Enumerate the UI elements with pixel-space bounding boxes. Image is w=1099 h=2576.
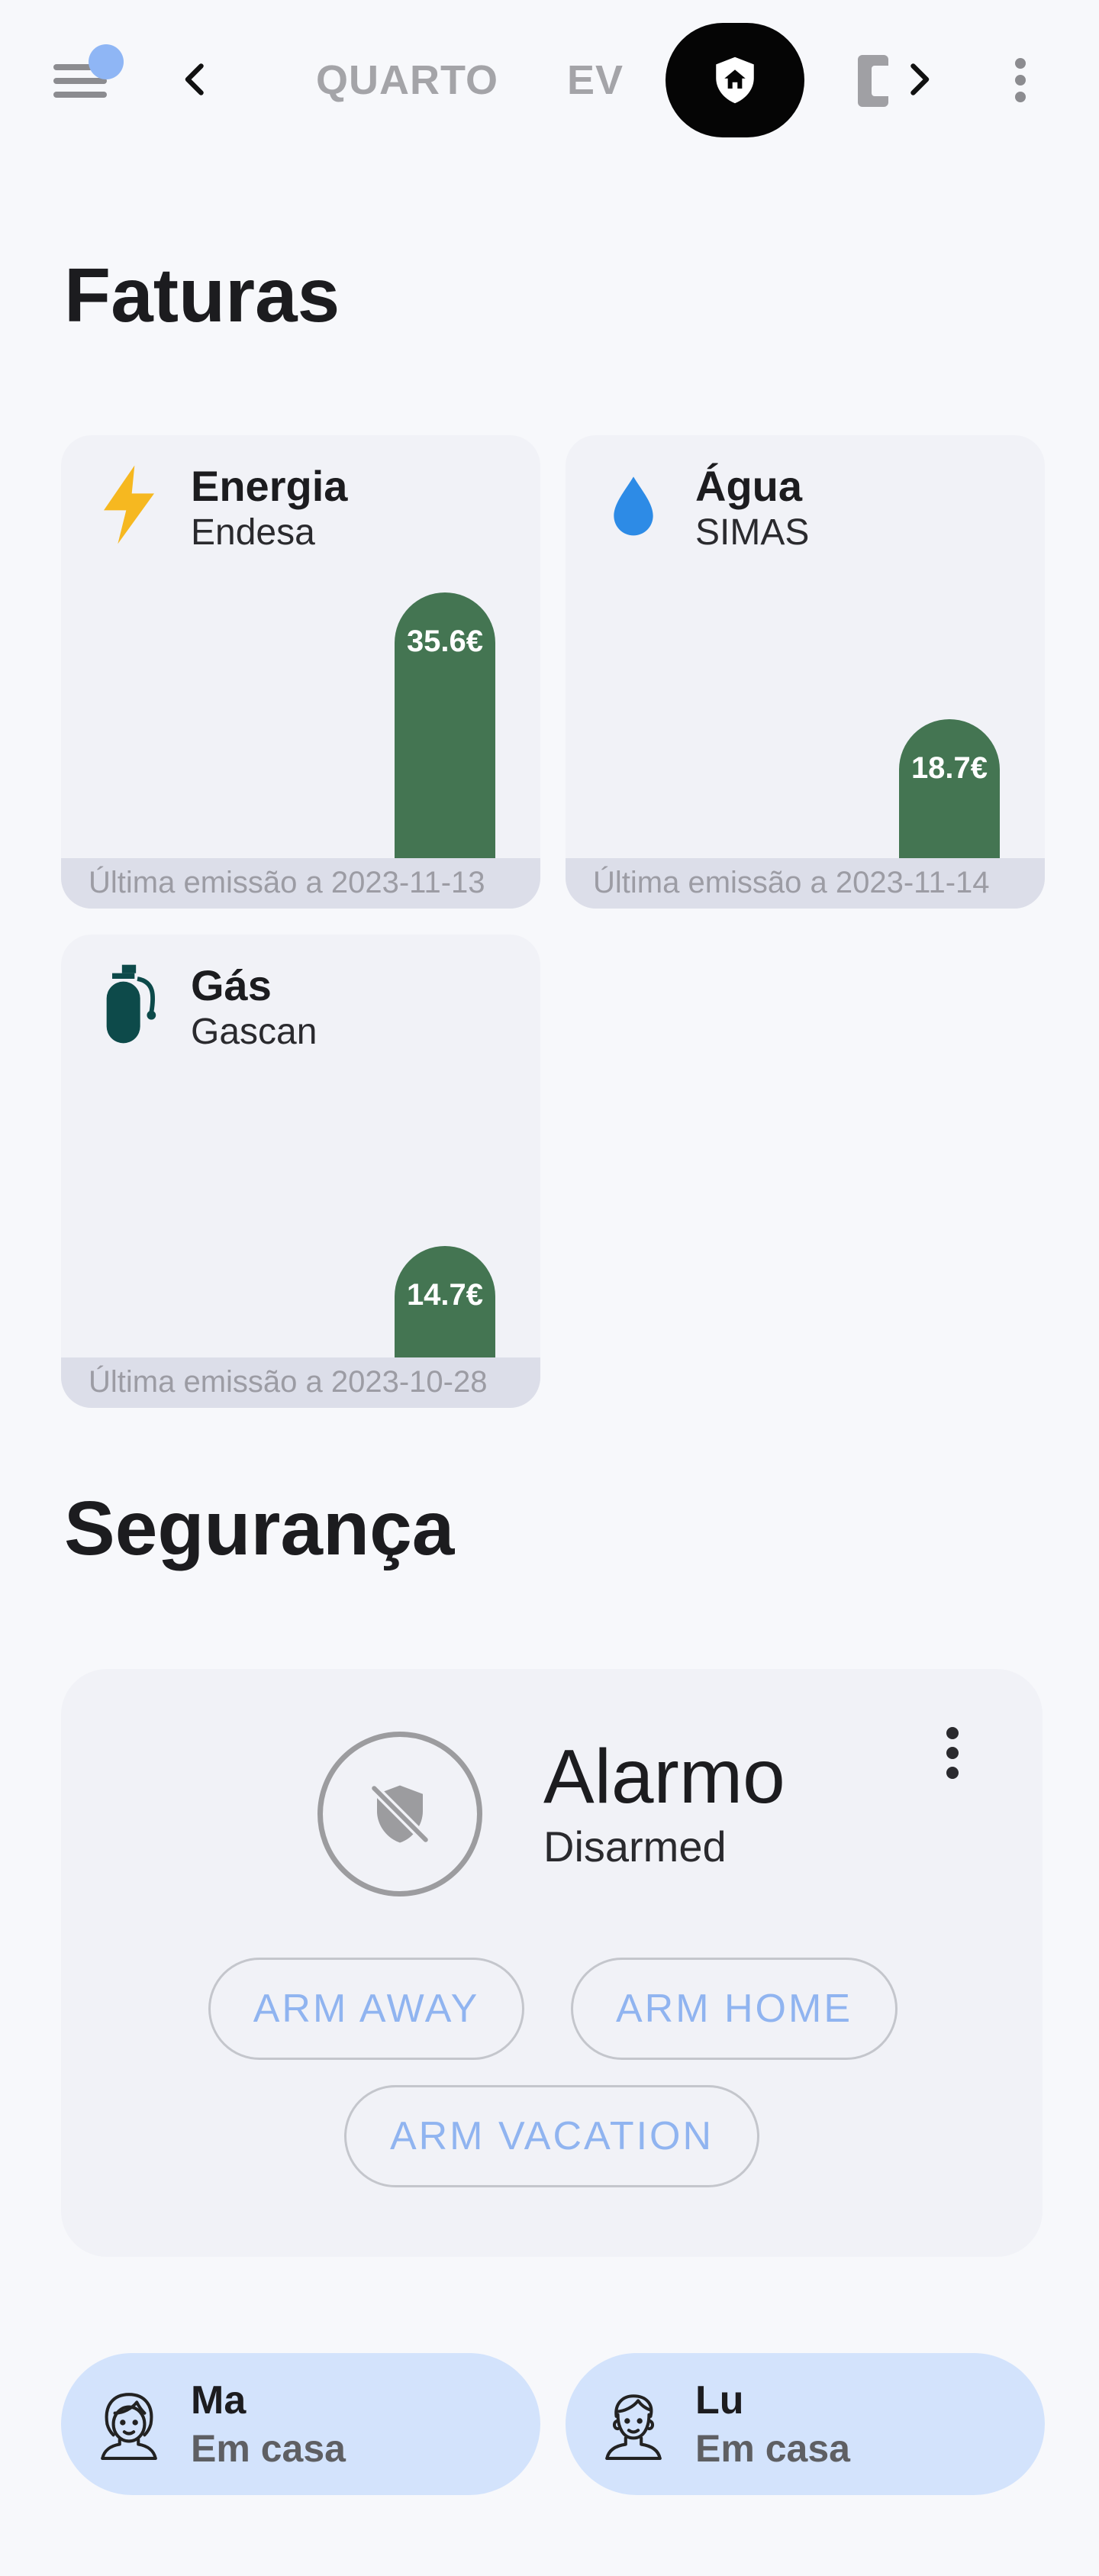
bill-amount-bar: 18.7€ xyxy=(899,719,1000,858)
person-chip-lu[interactable]: Lu Em casa xyxy=(566,2353,1045,2495)
person-chip-ma[interactable]: Ma Em casa xyxy=(61,2353,540,2495)
bill-card-gas[interactable]: Gás Gascan 14.7€ Última emissão a 2023-1… xyxy=(61,935,540,1408)
bill-last-issue: Última emissão a 2023-11-13 xyxy=(89,866,485,899)
notification-dot xyxy=(89,44,124,79)
bill-name: Energia xyxy=(191,462,348,510)
tab-ev[interactable]: EV xyxy=(567,53,624,107)
bill-provider: SIMAS xyxy=(695,512,810,553)
bill-amount-bar: 35.6€ xyxy=(395,592,495,858)
gas-cylinder-icon xyxy=(95,962,163,1046)
bill-last-issue: Última emissão a 2023-11-14 xyxy=(593,866,990,899)
home-shield-icon xyxy=(716,56,754,104)
bill-card-agua[interactable]: Água SIMAS 18.7€ Última emissão a 2023-1… xyxy=(566,435,1045,909)
bill-last-issue: Última emissão a 2023-10-28 xyxy=(89,1365,488,1399)
tab-quarto[interactable]: QUARTO xyxy=(316,53,498,107)
alarm-card: Alarmo Disarmed ARM AWAY ARM HOME ARM VA… xyxy=(61,1669,1043,2257)
tab-home-security[interactable] xyxy=(666,23,804,137)
bill-footer: Última emissão a 2023-11-14 xyxy=(566,858,1045,909)
lightning-icon xyxy=(95,463,163,547)
bill-footer: Última emissão a 2023-10-28 xyxy=(61,1357,540,1408)
person-name: Ma xyxy=(191,2378,247,2423)
bill-provider: Gascan xyxy=(191,1012,317,1052)
arm-home-button[interactable]: ARM HOME xyxy=(571,1958,898,2060)
alarm-name: Alarmo xyxy=(543,1734,785,1819)
bill-name: Gás xyxy=(191,961,272,1009)
section-title-faturas: Faturas xyxy=(64,253,340,338)
bill-amount: 35.6€ xyxy=(406,625,484,658)
bill-name: Água xyxy=(695,462,802,510)
bill-provider: Endesa xyxy=(191,512,315,553)
bill-amount: 18.7€ xyxy=(910,751,988,785)
chevron-right-icon[interactable] xyxy=(896,56,942,102)
water-drop-icon xyxy=(599,463,668,547)
shield-off-icon[interactable] xyxy=(317,1732,482,1896)
man-avatar-icon xyxy=(605,2394,662,2460)
top-navigation-bar: QUARTO EV xyxy=(0,0,1099,160)
arm-away-button[interactable]: ARM AWAY xyxy=(208,1958,524,2060)
woman-avatar-icon xyxy=(101,2393,157,2460)
more-options-icon[interactable] xyxy=(1006,53,1036,107)
person-name: Lu xyxy=(695,2378,744,2423)
person-status: Em casa xyxy=(191,2427,346,2470)
alarm-more-icon[interactable] xyxy=(937,1722,968,1784)
bill-amount: 14.7€ xyxy=(406,1278,484,1312)
bill-amount-bar: 14.7€ xyxy=(395,1246,495,1357)
bill-footer: Última emissão a 2023-11-13 xyxy=(61,858,540,909)
section-title-seguranca: Segurança xyxy=(64,1486,455,1571)
arm-vacation-button[interactable]: ARM VACATION xyxy=(344,2085,759,2187)
chevron-left-icon[interactable] xyxy=(172,56,218,102)
bill-card-energia[interactable]: Energia Endesa 35.6€ Última emissão a 20… xyxy=(61,435,540,909)
person-status: Em casa xyxy=(695,2427,850,2470)
tab-partial-icon[interactable] xyxy=(858,55,888,107)
alarm-state: Disarmed xyxy=(543,1822,727,1871)
